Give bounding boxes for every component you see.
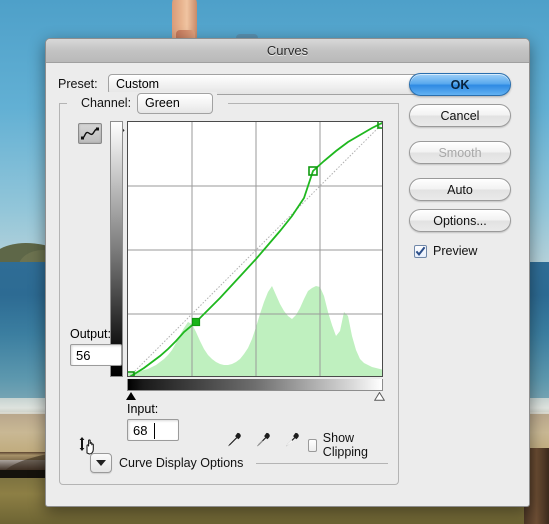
input-field[interactable]: 68 <box>127 419 179 441</box>
channel-value: Green <box>145 96 180 110</box>
curve-control-point-selected <box>191 317 201 327</box>
channel-row: Channel: Green <box>77 92 218 114</box>
cancel-button[interactable]: Cancel <box>409 104 511 127</box>
preset-label: Preset: <box>58 77 98 91</box>
channel-group: Channel: Green Output: 56 Input: 68 Show… <box>59 92 399 485</box>
dialog-body: Preset: Custom Channel: Green Output: 56… <box>46 63 529 506</box>
preview-row[interactable]: Preview <box>414 244 519 258</box>
input-value: 68 <box>133 422 148 438</box>
output-block: Output: 56 <box>70 327 128 366</box>
curve-plot-area[interactable] <box>127 121 383 377</box>
output-field[interactable]: 56 <box>70 344 122 366</box>
options-button[interactable]: Options... <box>409 209 511 232</box>
smooth-button: Smooth <box>409 141 511 164</box>
curve-tool-button[interactable] <box>78 123 102 144</box>
input-block: Input: 68 <box>127 402 185 441</box>
input-gradient-bar <box>127 379 383 391</box>
black-point-slider[interactable] <box>126 392 136 400</box>
curve-display-options-row[interactable]: Curve Display Options <box>90 453 388 473</box>
set-black-point-eyedropper[interactable] <box>227 432 242 447</box>
ok-button[interactable]: OK <box>409 73 511 96</box>
output-value: 56 <box>76 347 91 363</box>
preset-value: Custom <box>116 77 160 91</box>
group-separator-line <box>256 462 388 464</box>
eyedropper-group <box>227 432 300 447</box>
white-point-slider[interactable] <box>374 392 385 401</box>
text-caret <box>154 423 155 439</box>
preview-checkbox[interactable] <box>414 244 427 258</box>
channel-label: Channel: <box>81 96 132 110</box>
input-label: Input: <box>127 402 159 416</box>
disclosure-triangle-icon[interactable] <box>90 453 112 473</box>
output-label: Output: <box>70 327 111 341</box>
curve-tool-icon <box>81 127 99 140</box>
set-white-point-eyedropper[interactable] <box>285 432 300 447</box>
channel-dropdown[interactable]: Green <box>137 92 214 114</box>
auto-button[interactable]: Auto <box>409 178 511 201</box>
button-column: OK Cancel Smooth Auto Options... Preview <box>409 73 519 258</box>
curve-plot-svg <box>128 122 382 376</box>
preview-label: Preview <box>433 244 478 258</box>
curves-dialog: Curves Preset: Custom Channel: Green Out… <box>45 38 530 507</box>
dialog-titlebar[interactable]: Curves <box>46 39 529 63</box>
set-gray-point-eyedropper[interactable] <box>256 432 271 447</box>
show-clipping-checkbox[interactable] <box>308 438 317 452</box>
dialog-title: Curves <box>266 43 309 58</box>
curve-display-options-label: Curve Display Options <box>119 456 244 470</box>
